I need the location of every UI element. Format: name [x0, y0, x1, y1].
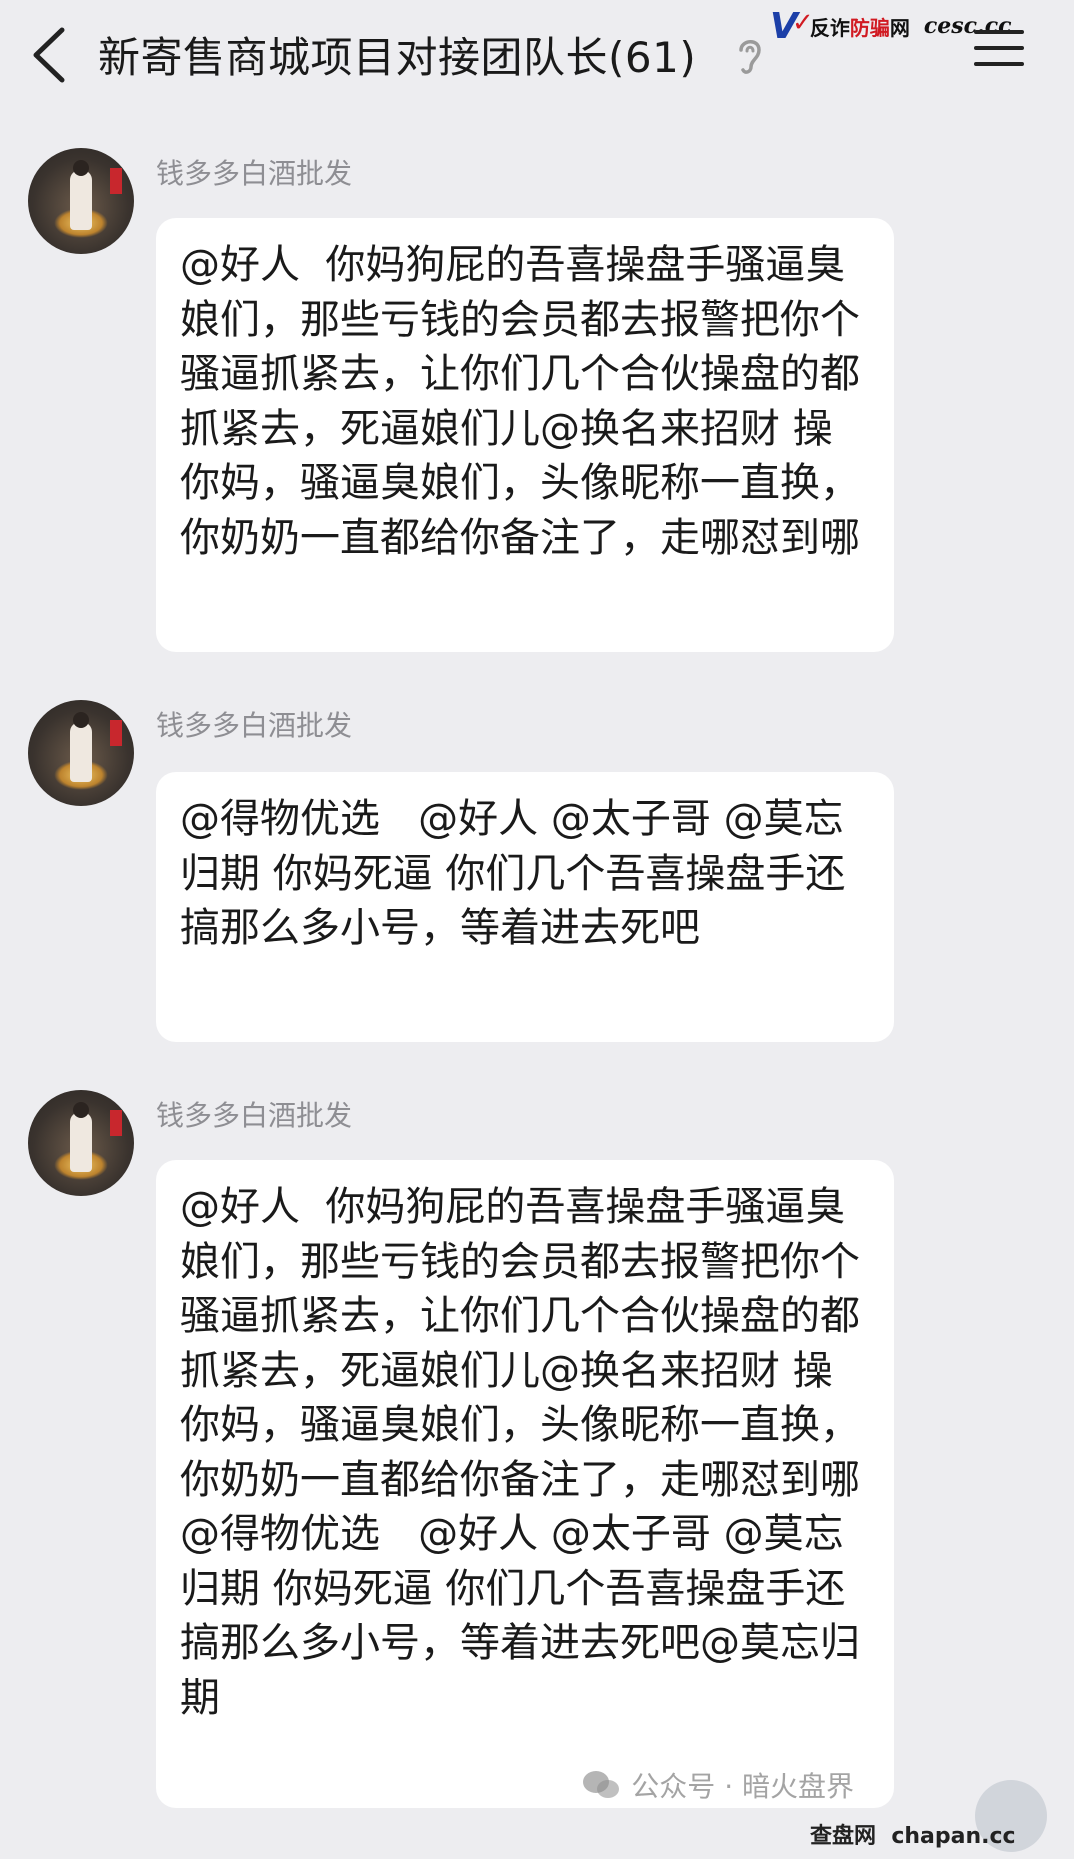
message-bubble[interactable]: @得物优选 @好人 @太子哥 @莫忘归期 你妈死逼 你们几个吾喜操盘手还搞那么多… — [156, 772, 894, 1042]
message-bubble[interactable]: @好人 你妈狗屁的吾喜操盘手骚逼臭娘们，那些亏钱的会员都去报警把你个骚逼抓紧去，… — [156, 1160, 894, 1808]
back-arrow-icon[interactable] — [30, 26, 70, 84]
avatar[interactable] — [28, 148, 134, 254]
avatar[interactable] — [28, 700, 134, 806]
brand-logo-mark: V ✓ — [770, 5, 814, 47]
ear-icon — [739, 40, 761, 74]
chat-header: 新寄售商城项目对接团队长(61) V ✓ 反诈防骗网 cesc.cc — [0, 0, 1074, 120]
watermark: 公众号 · 暗火盘界 — [581, 1765, 854, 1805]
site-watermark: 查盘网 chapan.cc — [810, 1824, 1016, 1849]
wechat-icon — [583, 1771, 620, 1798]
sender-name: 钱多多白酒批发 — [156, 709, 353, 742]
avatar[interactable] — [28, 1090, 134, 1196]
message-bubble[interactable]: @好人 你妈狗屁的吾喜操盘手骚逼臭娘们，那些亏钱的会员都去报警把你个骚逼抓紧去，… — [156, 218, 894, 652]
watermark-text: 公众号 · 暗火盘界 — [631, 1770, 854, 1803]
brand-logo-text: 反诈防骗网 — [809, 15, 910, 40]
menu-icon[interactable] — [974, 30, 1024, 72]
sender-name: 钱多多白酒批发 — [156, 1099, 353, 1132]
sender-name: 钱多多白酒批发 — [156, 157, 353, 190]
group-title: 新寄售商城项目对接团队长(61) — [98, 33, 697, 82]
